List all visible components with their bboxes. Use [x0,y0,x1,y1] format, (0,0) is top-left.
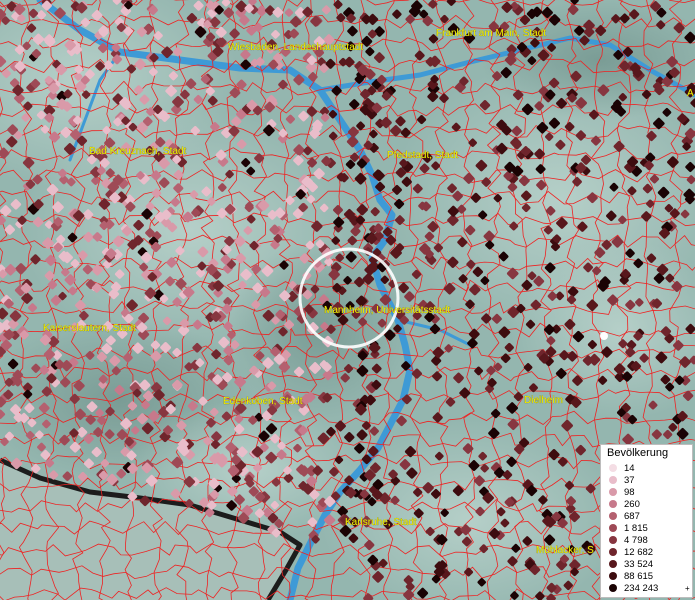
legend-label: 12 682 [624,546,654,558]
legend-item: 12 682 [609,546,653,558]
legend-plus-sign: + [685,584,690,593]
population-map[interactable]: Wiesbaden, Landeshauptstadt Frankfurt am… [0,0,695,600]
legend-item: 260 [609,498,640,510]
legend-swatch [609,524,617,532]
legend-swatch [609,572,617,580]
city-label-wiesbaden: Wiesbaden, Landeshauptstadt [228,42,363,53]
legend-item: 88 615 [609,570,653,582]
legend-label: 14 [624,462,635,474]
legend-swatch [609,584,617,592]
legend-item: 37 [609,474,635,486]
legend-swatch [609,536,617,544]
legend-swatch [609,560,617,568]
legend-label: 98 [624,486,635,498]
legend-swatch [609,476,617,484]
legend-label: 33 524 [624,558,654,570]
legend-label: 4 798 [624,534,648,546]
city-label-dielheim: Dielheim [524,395,563,406]
legend-item: 14 [609,462,635,474]
legend-item: 1 815 [609,522,648,534]
legend-label: 687 [624,510,640,522]
city-label-muehlacker: Mühlacker, S [536,545,594,556]
legend-item: 98 [609,486,635,498]
legend-item: 687 [609,510,640,522]
legend-swatch [609,500,617,508]
city-label-frankfurt: Frankfurt am Main, Stadt [436,28,546,39]
selected-settlement-dot[interactable] [600,332,608,340]
city-label-mannheim: Mannheim, Universitätsstadt [324,305,450,316]
legend-item: 234 243 [609,582,658,594]
city-label-pfedstadt: Pfedstadt, Stadt [387,150,458,161]
city-label-edenkoben: Edenkoben, Stadt [223,396,303,407]
legend-label: 234 243 [624,582,659,594]
city-label-karlsruhe: Karlsruhe, Stadt [345,517,417,528]
legend-label: 88 615 [624,570,654,582]
city-label-edge-a: A [687,88,694,99]
legend-title: Bevölkerung [607,447,669,459]
legend-label: 1 815 [624,522,648,534]
legend-item: 4 798 [609,534,648,546]
city-label-bad-kreuznach: Bad Kreuznach, Stadt [89,146,187,157]
population-legend: Bevölkerung 14 37 98 260 687 1 815 4 798 12 682… [600,444,693,598]
legend-label: 260 [624,498,640,510]
legend-item: 33 524 [609,558,653,570]
legend-swatch [609,548,617,556]
legend-swatch [609,464,617,472]
legend-swatch [609,488,617,496]
legend-swatch [609,512,617,520]
city-label-kaiserslautern: Kaiserslautern, Stadt [43,323,136,334]
legend-label: 37 [624,474,635,486]
